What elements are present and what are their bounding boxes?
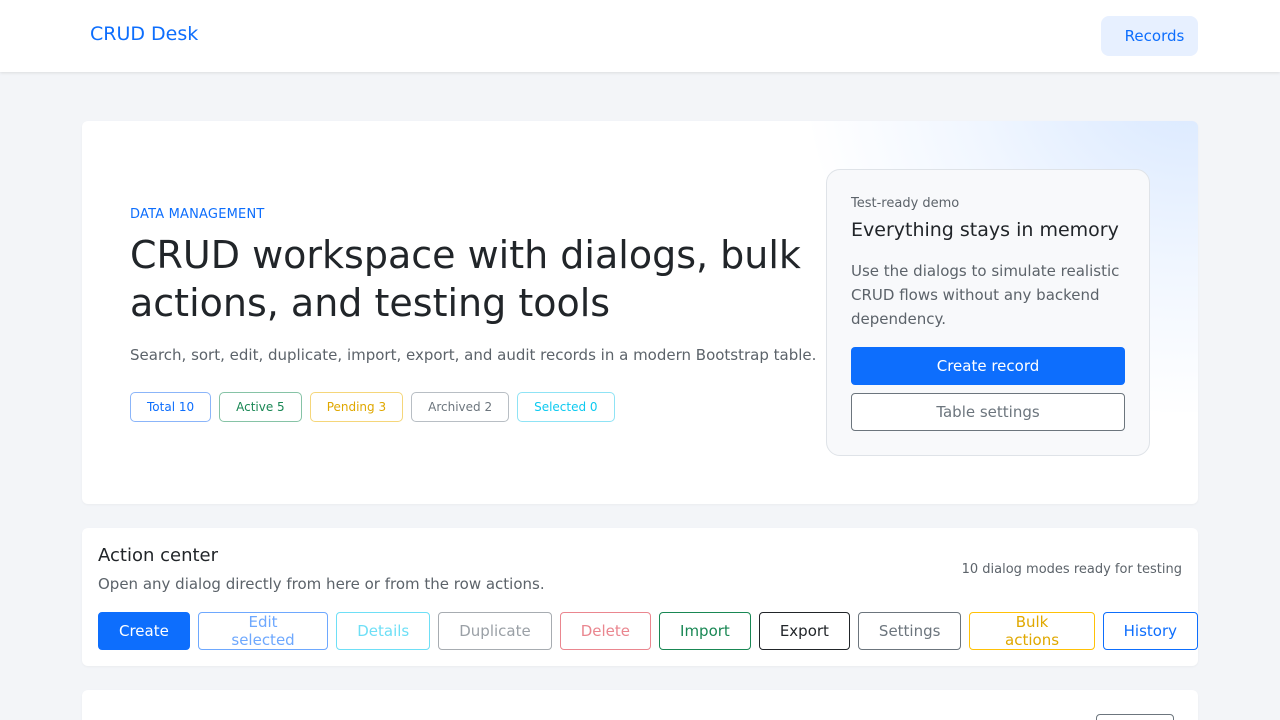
settings-button[interactable]: Settings <box>857 612 962 650</box>
nav-records-link[interactable]: Records <box>1101 16 1198 56</box>
demo-title: Everything stays in memory <box>851 219 1119 241</box>
records-toolbar-button[interactable] <box>1096 714 1174 720</box>
hero-eyebrow: DATA MANAGEMENT <box>130 207 265 222</box>
import-button[interactable]: Import <box>659 612 751 650</box>
create-button[interactable]: Create <box>98 612 190 650</box>
duplicate-button[interactable]: Duplicate <box>438 612 552 650</box>
demo-info-card: Test-ready demo Everything stays in memo… <box>826 169 1150 456</box>
hero-section: DATA MANAGEMENT CRUD workspace with dial… <box>82 121 1198 504</box>
badge-pending: Pending 3 <box>309 392 404 422</box>
details-button[interactable]: Details <box>336 612 431 650</box>
brand-link[interactable]: CRUD Desk <box>90 23 198 45</box>
action-buttons: Create Edit selected Details Duplicate D… <box>98 612 1198 650</box>
stats-badges: Total 10 Active 5 Pending 3 Archived 2 S… <box>130 392 615 422</box>
badge-active: Active 5 <box>219 392 302 422</box>
action-center: Action center Open any dialog directly f… <box>82 528 1198 666</box>
demo-kicker: Test-ready demo <box>851 196 960 211</box>
hero-subtitle: Search, sort, edit, duplicate, import, e… <box>130 346 817 364</box>
edit-selected-button[interactable]: Edit selected <box>197 612 329 650</box>
action-center-title: Action center <box>98 545 219 566</box>
page-title: CRUD workspace with dialogs, bulk action… <box>130 233 801 325</box>
dialog-modes-count: 10 dialog modes ready for testing <box>961 562 1182 577</box>
delete-button[interactable]: Delete <box>559 612 652 650</box>
table-settings-button[interactable]: Table settings <box>851 393 1125 431</box>
create-record-button[interactable]: Create record <box>851 347 1125 385</box>
export-button[interactable]: Export <box>758 612 850 650</box>
badge-archived: Archived 2 <box>411 392 510 422</box>
records-table-card <box>82 690 1198 720</box>
action-center-subtitle: Open any dialog directly from here or fr… <box>98 575 545 593</box>
bulk-actions-button[interactable]: Bulk actions <box>969 612 1095 650</box>
demo-description: Use the dialogs to simulate realistic CR… <box>851 262 1120 328</box>
history-button[interactable]: History <box>1102 612 1198 650</box>
badge-selected: Selected 0 <box>517 392 615 422</box>
top-navbar: CRUD Desk Records <box>0 0 1280 72</box>
badge-total: Total 10 <box>130 392 212 422</box>
